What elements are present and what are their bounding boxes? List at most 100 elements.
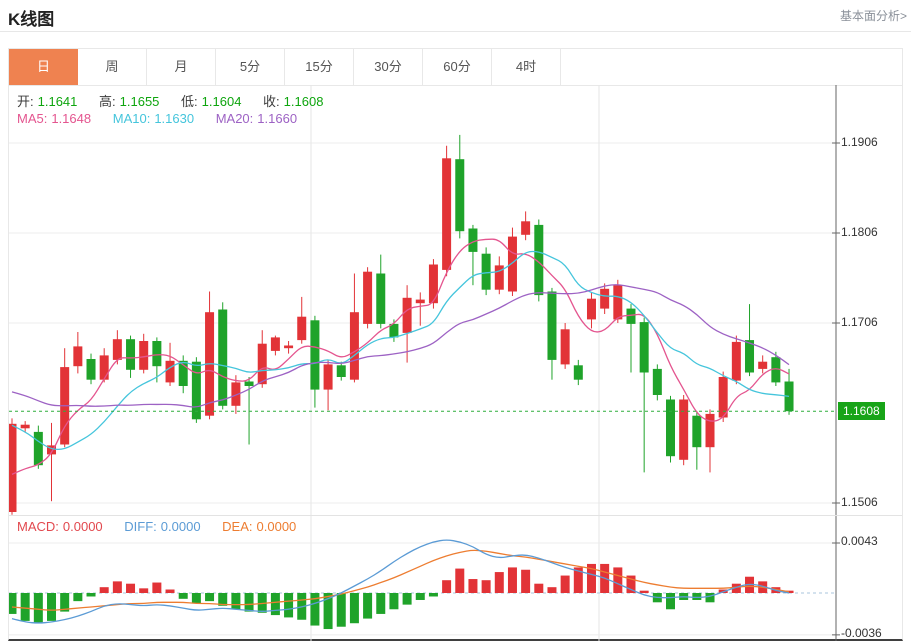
- kline-page: { "page": { "title": "K线图", "analysis_li…: [0, 0, 911, 644]
- candle-body: [429, 265, 438, 304]
- macd-bar: [271, 593, 280, 615]
- candle-body: [245, 382, 254, 387]
- tab-30min[interactable]: 30分: [354, 49, 423, 85]
- ma-legend: MA5:1.1648 MA10:1.1630 MA20:1.1660: [17, 111, 301, 126]
- tab-month[interactable]: 月: [147, 49, 216, 85]
- macd-bar: [495, 572, 504, 593]
- candle-body: [324, 364, 333, 389]
- kline-widget: 日 周 月 5分 15分 30分 60分 4时 开:1.1641 高:1.165…: [8, 48, 903, 641]
- candle-body: [679, 400, 688, 460]
- candle-body: [87, 359, 96, 380]
- candle-body: [21, 425, 30, 429]
- macd-bar: [403, 593, 412, 605]
- macd-bar: [508, 567, 517, 593]
- candle-body: [73, 346, 82, 366]
- open-label: 开:: [17, 94, 34, 109]
- candle-body: [561, 329, 570, 364]
- tab-15min[interactable]: 15分: [285, 49, 354, 85]
- macd-bar: [126, 584, 135, 593]
- macd-bar: [547, 587, 556, 593]
- macd-bar: [139, 588, 148, 593]
- macd-bar: [113, 581, 122, 593]
- macd-bar: [521, 570, 530, 593]
- macd-bar: [613, 567, 622, 593]
- low-label: 低:: [181, 94, 198, 109]
- macd-bar: [706, 593, 715, 602]
- macd-axis-label: 0.0043: [841, 534, 899, 548]
- candle-body: [284, 346, 293, 349]
- candle-body: [310, 320, 319, 389]
- candle-body: [350, 312, 359, 380]
- macd-bar: [245, 593, 254, 612]
- macd-bar: [152, 583, 161, 593]
- candle-body: [139, 341, 148, 370]
- candle-body: [640, 322, 649, 372]
- ma10-value: 1.1630: [154, 111, 194, 126]
- candle-body: [692, 416, 701, 448]
- macd-bar: [179, 593, 188, 599]
- tab-4hour[interactable]: 4时: [492, 49, 561, 85]
- high-value: 1.1655: [120, 94, 160, 109]
- macd-bar: [100, 587, 109, 593]
- candle-body: [521, 221, 530, 235]
- high-label: 高:: [99, 94, 116, 109]
- candle-body: [574, 365, 583, 379]
- macd-bar: [455, 569, 464, 593]
- candle-body: [113, 339, 122, 360]
- candle-body: [442, 158, 451, 270]
- macd-bar: [389, 593, 398, 609]
- header-divider: [0, 31, 911, 32]
- ma10-label: MA10:: [113, 111, 151, 126]
- candle-body: [337, 365, 346, 377]
- candle-body: [706, 414, 715, 447]
- close-label: 收:: [263, 94, 280, 109]
- macd-axis-label: -0.0036: [841, 626, 899, 640]
- ma5-value: 1.1648: [51, 111, 91, 126]
- candle-body: [587, 299, 596, 320]
- candle-body: [653, 369, 662, 395]
- candle-body: [34, 432, 43, 465]
- macd-bar: [442, 580, 451, 593]
- macd-histogram-group: [9, 564, 794, 629]
- candle-body: [9, 424, 17, 512]
- tab-60min[interactable]: 60分: [423, 49, 492, 85]
- tab-week[interactable]: 周: [78, 49, 147, 85]
- diff-value: 0.0000: [161, 519, 201, 534]
- macd-bar: [337, 593, 346, 627]
- candle-body: [192, 362, 201, 420]
- period-tabbar: 日 周 月 5分 15分 30分 60分 4时: [9, 49, 902, 86]
- candle-body: [745, 340, 754, 372]
- macd-bar: [192, 593, 201, 603]
- candle-body: [403, 298, 412, 333]
- candle-body: [626, 309, 635, 324]
- tab-5min[interactable]: 5分: [216, 49, 285, 85]
- candle-body: [732, 342, 741, 381]
- fundamental-analysis-link[interactable]: 基本面分析>: [840, 7, 907, 24]
- current-price-badge: 1.1608: [838, 402, 885, 420]
- candle-body: [297, 317, 306, 340]
- ohlc-legend: 开:1.1641 高:1.1655 低:1.1604 收:1.1608: [17, 91, 327, 110]
- y-axis-label: 1.1806: [841, 225, 899, 239]
- macd-bar: [429, 593, 438, 596]
- macd-bar: [47, 593, 56, 621]
- macd-bar: [534, 584, 543, 593]
- macd-bar: [350, 593, 359, 623]
- candles-group: [9, 135, 794, 515]
- macd-bar: [468, 579, 477, 593]
- diff-label: DIFF:: [124, 519, 157, 534]
- tab-day[interactable]: 日: [9, 49, 78, 85]
- candle-body: [258, 344, 267, 385]
- macd-bar: [34, 593, 43, 623]
- candle-body: [100, 355, 109, 379]
- macd-bar: [166, 590, 175, 593]
- macd-bar: [416, 593, 425, 600]
- macd-bar: [73, 593, 82, 601]
- candle-body: [455, 159, 464, 231]
- macd-bar: [482, 580, 491, 593]
- macd-value: 0.0000: [63, 519, 103, 534]
- macd-bar: [363, 593, 372, 619]
- candle-body: [376, 274, 385, 324]
- candlestick-chart[interactable]: [9, 85, 902, 515]
- diff-line: [12, 540, 789, 623]
- macd-bar: [561, 576, 570, 593]
